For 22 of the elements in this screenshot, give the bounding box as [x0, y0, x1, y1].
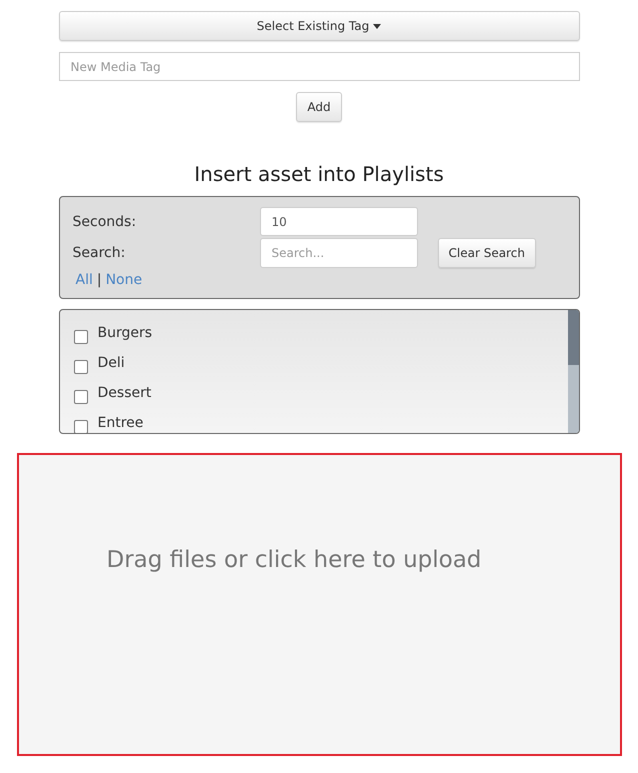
add-button[interactable]: Add	[296, 92, 342, 122]
scrollbar[interactable]	[568, 310, 578, 433]
playlist-name: Dessert	[98, 384, 152, 403]
upload-dropzone[interactable]: Drag files or click here to upload	[16, 453, 622, 756]
search-field[interactable]: Search...	[260, 238, 418, 268]
caret-icon	[373, 24, 382, 28]
select-tag-dropdown[interactable]: Select Existing Tag	[58, 11, 580, 41]
seconds-label: Seconds:	[72, 214, 138, 230]
playlist-name: Entree	[98, 414, 144, 433]
playlist-name: Burgers	[98, 324, 152, 343]
playlist-checkbox[interactable]	[74, 390, 88, 404]
new-tag-field[interactable]: New Media Tag	[58, 52, 580, 81]
dropzone-text: Drag files or click here to upload	[106, 547, 482, 573]
playlist-checkbox[interactable]	[74, 360, 88, 374]
search-label: Search:	[72, 245, 126, 261]
playlist-checkbox[interactable]	[74, 420, 88, 433]
playlist-name: Deli	[98, 354, 125, 373]
playlist-checkbox[interactable]	[74, 330, 88, 344]
seconds-field[interactable]: 10	[260, 207, 418, 236]
link-separator: |	[96, 272, 102, 288]
section-title: Insert asset into Playlists	[194, 162, 444, 186]
clear-search-button[interactable]: Clear Search	[438, 238, 536, 268]
